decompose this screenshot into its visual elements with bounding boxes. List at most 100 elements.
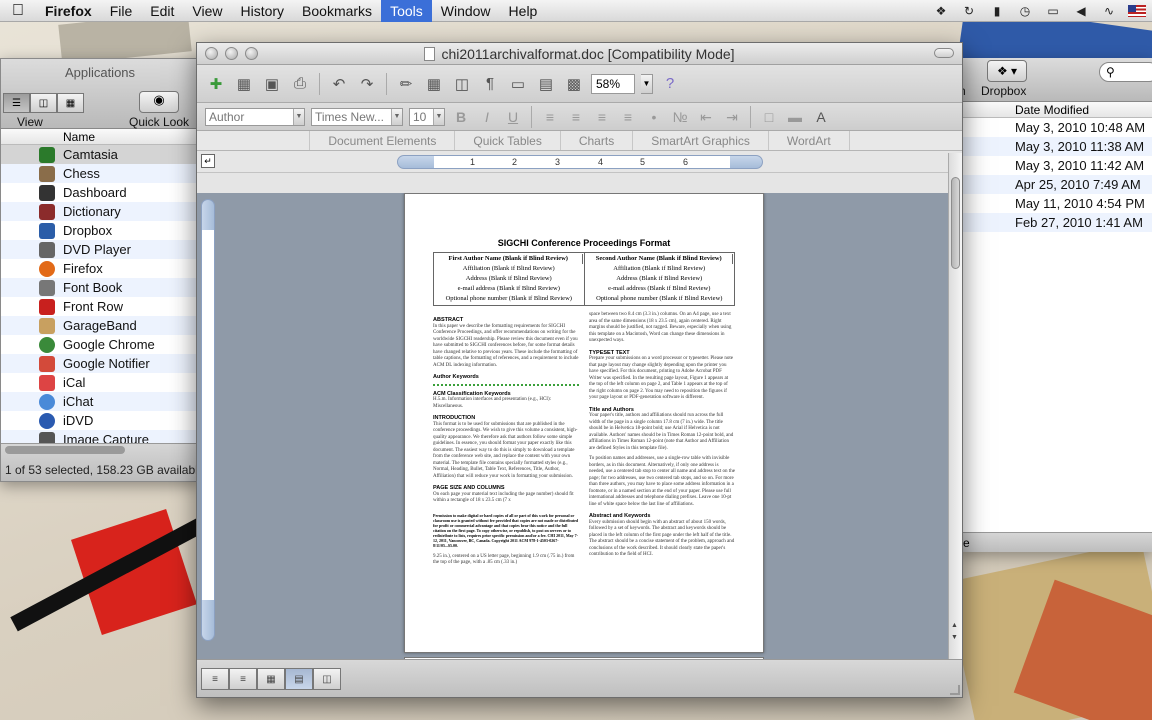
column-view-button[interactable]: ◫ xyxy=(30,93,57,113)
decrease-indent-icon[interactable]: ⇤ xyxy=(696,107,716,127)
us-flag-icon[interactable] xyxy=(1128,5,1146,17)
dropbox-toolbar-button[interactable]: ❖ ▾ xyxy=(987,60,1027,82)
print-layout-button[interactable]: ▤ xyxy=(285,668,313,690)
word-titlebar[interactable]: chi2011archivalformat.doc [Compatibility… xyxy=(197,43,962,65)
list-item[interactable]: DVD Player xyxy=(1,240,199,259)
menu-window[interactable]: Window xyxy=(432,0,500,22)
list-item[interactable]: Dictionary xyxy=(1,202,199,221)
print-icon[interactable]: ⎙ xyxy=(289,73,311,95)
vertical-ruler[interactable] xyxy=(201,199,215,641)
media-browser-icon[interactable]: ▩ xyxy=(563,73,585,95)
list-item[interactable]: Firefox xyxy=(1,259,199,278)
zoom-dropdown-arrow[interactable]: ▼ xyxy=(641,73,653,94)
list-item[interactable]: May 3, 2010 11:42 AM xyxy=(959,156,1152,175)
list-item[interactable]: Google Chrome xyxy=(1,335,199,354)
menu-edit[interactable]: Edit xyxy=(141,0,183,22)
tab-charts[interactable]: Charts xyxy=(559,131,632,150)
help-icon[interactable]: ? xyxy=(659,73,681,95)
zoom-field[interactable]: 58% xyxy=(591,73,635,94)
draft-view-button[interactable]: ≡ xyxy=(201,668,229,690)
notebook-layout-button[interactable]: ◫ xyxy=(313,668,341,690)
document-page[interactable]: SIGCHI Conference Proceedings Format Fir… xyxy=(404,193,764,653)
display-icon[interactable]: ▭ xyxy=(1044,4,1062,18)
templates-icon[interactable]: ▦ xyxy=(233,73,255,95)
list-item[interactable]: Camtasia xyxy=(1,145,199,164)
tab-quick-tables[interactable]: Quick Tables xyxy=(454,131,559,150)
list-item[interactable]: May 11, 2010 4:54 PM xyxy=(959,194,1152,213)
align-left-icon[interactable]: ≡ xyxy=(540,107,560,127)
scroll-up-icon[interactable]: ▲ xyxy=(951,622,958,629)
pilcrow-icon[interactable]: ¶ xyxy=(479,73,501,95)
sync-icon[interactable]: ↻ xyxy=(960,4,978,18)
list-item[interactable]: iChat xyxy=(1,392,199,411)
font-size-combo[interactable]: 10 ▼ xyxy=(409,107,445,126)
volume-icon[interactable]: ◀ xyxy=(1072,4,1090,18)
list-item[interactable]: May 3, 2010 10:48 AM xyxy=(959,118,1152,137)
font-color-icon[interactable]: A xyxy=(811,107,831,127)
justify-icon[interactable]: ≡ xyxy=(618,107,638,127)
dropbox-icon[interactable]: ❖ xyxy=(932,4,950,18)
tab-selector[interactable]: ↵ xyxy=(201,154,215,168)
coverflow-view-button[interactable]: ▦ xyxy=(57,93,84,113)
list-item[interactable]: Dropbox xyxy=(1,221,199,240)
font-combo[interactable]: Times New... ▼ xyxy=(311,107,403,126)
align-right-icon[interactable]: ≡ xyxy=(592,107,612,127)
battery-icon[interactable]: ▮ xyxy=(988,4,1006,18)
list-item[interactable]: iCal xyxy=(1,373,199,392)
list-item[interactable]: Google Notifier xyxy=(1,354,199,373)
list-item[interactable]: iDVD xyxy=(1,411,199,430)
tab-document-elements[interactable]: Document Elements xyxy=(309,131,454,150)
list-item[interactable]: May 3, 2010 11:38 AM xyxy=(959,137,1152,156)
bullets-icon[interactable]: • xyxy=(644,107,664,127)
document-canvas[interactable]: SIGCHI Conference Proceedings Format Fir… xyxy=(197,193,962,659)
list-item[interactable]: Dashboard xyxy=(1,183,199,202)
underline-button[interactable]: U xyxy=(503,107,523,127)
scroll-down-icon[interactable]: ▼ xyxy=(951,634,958,641)
increase-indent-icon[interactable]: ⇥ xyxy=(722,107,742,127)
redo-icon[interactable]: ↷ xyxy=(356,73,378,95)
undo-icon[interactable]: ↶ xyxy=(328,73,350,95)
numbering-icon[interactable]: № xyxy=(670,107,690,127)
table-icon[interactable]: ▦ xyxy=(423,73,445,95)
list-item[interactable]: GarageBand xyxy=(1,316,199,335)
italic-button[interactable]: I xyxy=(477,107,497,127)
menu-history[interactable]: History xyxy=(231,0,293,22)
style-combo[interactable]: Author ▼ xyxy=(205,107,305,126)
tab-wordart[interactable]: WordArt xyxy=(767,131,850,150)
publishing-layout-button[interactable]: ▦ xyxy=(257,668,285,690)
menu-tools[interactable]: Tools xyxy=(381,0,432,22)
apple-logo-icon[interactable]:  xyxy=(0,2,36,20)
scrollbar-thumb[interactable] xyxy=(951,177,960,269)
horizontal-ruler[interactable]: 1 2 3 4 5 6 xyxy=(397,155,763,169)
list-item[interactable]: Feb 27, 2010 1:41 AM xyxy=(959,213,1152,232)
date-modified-column-header[interactable]: Date Modified xyxy=(959,102,1152,118)
resize-handle[interactable] xyxy=(950,685,960,695)
outline-view-button[interactable]: ≡ xyxy=(229,668,257,690)
wifi-icon[interactable]: ∿ xyxy=(1100,4,1118,18)
toolbox-icon[interactable]: ▤ xyxy=(535,73,557,95)
align-center-icon[interactable]: ≡ xyxy=(566,107,586,127)
menu-view[interactable]: View xyxy=(183,0,231,22)
list-item[interactable]: Chess xyxy=(1,164,199,183)
menu-file[interactable]: File xyxy=(101,0,142,22)
menu-app-name[interactable]: Firefox xyxy=(36,0,101,22)
sidebar-icon[interactable]: ▭ xyxy=(507,73,529,95)
borders-icon[interactable]: □ xyxy=(759,107,779,127)
list-item[interactable]: Front Row xyxy=(1,297,199,316)
toolbar-toggle-button[interactable] xyxy=(934,48,954,58)
format-painter-icon[interactable]: ✏ xyxy=(395,73,417,95)
highlight-icon[interactable]: ▬ xyxy=(785,107,805,127)
list-item[interactable]: Apr 25, 2010 7:49 AM xyxy=(959,175,1152,194)
search-field[interactable]: ⚲ xyxy=(1099,62,1152,82)
menu-help[interactable]: Help xyxy=(500,0,547,22)
quick-look-button[interactable]: ◉ xyxy=(139,91,179,113)
list-view-button[interactable]: ☰ xyxy=(3,93,30,113)
save-icon[interactable]: ▣ xyxy=(261,73,283,95)
bold-button[interactable]: B xyxy=(451,107,471,127)
name-column-header[interactable]: Name xyxy=(1,129,199,145)
menu-bookmarks[interactable]: Bookmarks xyxy=(293,0,381,22)
columns-icon[interactable]: ◫ xyxy=(451,73,473,95)
new-document-icon[interactable]: ✚ xyxy=(205,73,227,95)
horizontal-scrollbar-thumb[interactable] xyxy=(5,446,125,454)
tab-smartart-graphics[interactable]: SmartArt Graphics xyxy=(632,131,768,150)
